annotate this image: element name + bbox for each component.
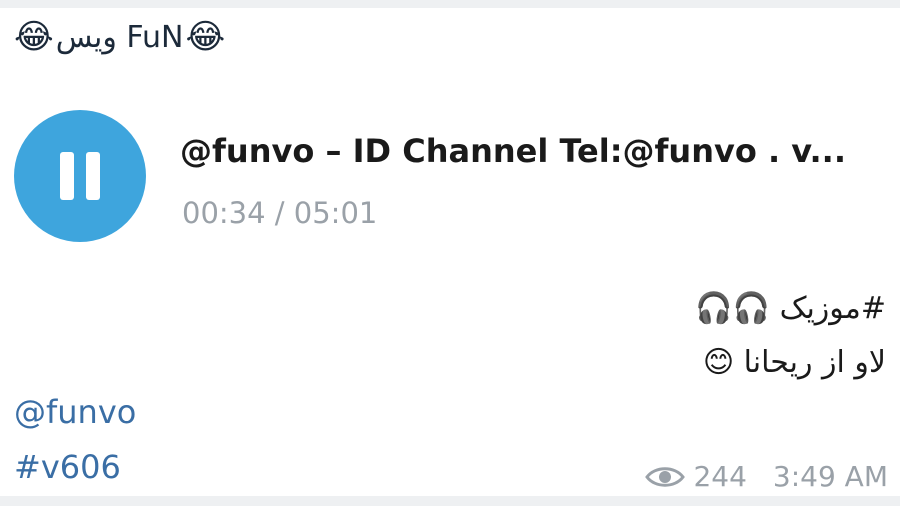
channel-handle-link[interactable]: @funvo [14, 393, 136, 431]
audio-track-title[interactable]: @funvo – ID Channel Tel:@funvo . v... [180, 132, 846, 170]
audio-track-time: 00:34 / 05:01 [182, 196, 378, 230]
laughing-emoji-icon: 😂 [185, 17, 226, 57]
message-title: 😂 ویس FuN 😂 [14, 12, 225, 62]
top-divider [0, 0, 900, 8]
audio-pause-button[interactable] [14, 110, 146, 242]
message-timestamp: 3:49 AM [772, 460, 888, 493]
music-hashtag-line[interactable]: #موزیک 🎧🎧 [286, 282, 886, 336]
view-count: 244 [693, 460, 747, 493]
bottom-divider [0, 496, 900, 506]
laughing-emoji-icon: 😂 [14, 17, 54, 57]
message-body: #موزیک 🎧🎧 لاو از ریحانا 😊 [286, 282, 886, 390]
song-description-line: لاو از ریحانا 😊 [702, 345, 886, 380]
pause-icon [54, 152, 106, 200]
message-meta: 244 3:49 AM [645, 460, 888, 493]
message-title-text: ویس FuN [55, 19, 184, 55]
hashtag-link[interactable]: #v606 [14, 448, 121, 486]
eye-icon [645, 466, 686, 487]
